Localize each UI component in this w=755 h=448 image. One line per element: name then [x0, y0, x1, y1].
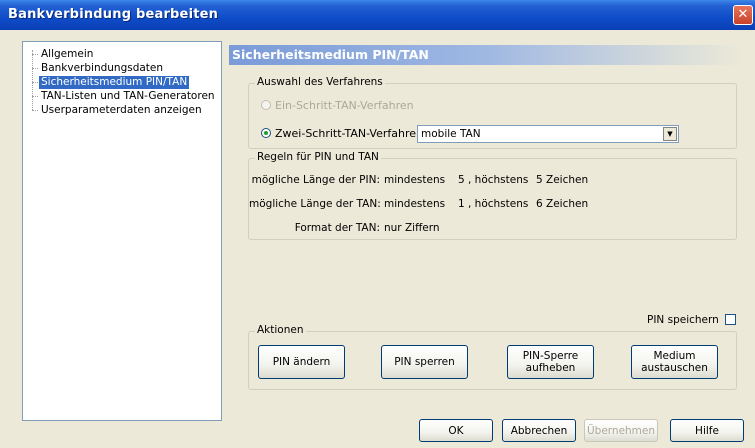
radio-ein-schritt[interactable]: Ein-Schritt-TAN-Verfahren [261, 98, 414, 114]
tree-connector [32, 82, 38, 83]
radio-zwei-schritt[interactable]: Zwei-Schritt-TAN-Verfahren [261, 126, 423, 142]
cancel-button[interactable]: Abbrechen [502, 419, 576, 442]
dialog-window: Bankverbindung bearbeiten ✕ Allgemein Ba… [0, 0, 755, 448]
nav-item-tan-listen[interactable]: TAN-Listen und TAN-Generatoren [39, 90, 217, 103]
tree-connector [32, 54, 38, 55]
pin-min-label: mindestens [384, 174, 446, 186]
dropdown-value: mobile TAN [421, 128, 481, 140]
verfahren-group: Auswahl des Verfahrens Ein-Schritt-TAN-V… [248, 76, 737, 149]
tree-connector [32, 96, 38, 97]
replace-medium-label: Medium austauschen [641, 350, 708, 374]
aktionen-group-label: Aktionen [255, 324, 306, 337]
tree-connector [32, 50, 33, 110]
help-button[interactable]: Hilfe [670, 419, 744, 442]
lock-pin-label: PIN sperren [394, 356, 455, 368]
cancel-label: Abbrechen [510, 424, 568, 437]
ok-label: OK [448, 424, 464, 437]
change-pin-button[interactable]: PIN ändern [258, 345, 345, 379]
regeln-group-label: Regeln für PIN und TAN [255, 151, 381, 164]
pin-save-label: PIN speichern [647, 314, 719, 326]
nav-item-bankverbindungsdaten[interactable]: Bankverbindungsdaten [39, 62, 165, 75]
pin-min-value: 5 [458, 174, 465, 186]
radio-checked-icon [261, 128, 271, 138]
radio-zwei-schritt-label: Zwei-Schritt-TAN-Verfahren [275, 127, 424, 140]
tan-max-label: , höchstens [468, 198, 529, 210]
chevron-down-icon[interactable]: ▼ [663, 127, 677, 141]
verfahren-group-label: Auswahl des Verfahrens [255, 76, 385, 89]
pin-max-label: , höchstens [468, 174, 529, 186]
pin-save-checkbox[interactable] [724, 314, 736, 325]
pin-length-label: mögliche Länge der PIN: [251, 174, 380, 186]
tan-length-row: mögliche Länge der TAN: mindestens 1 , h… [249, 197, 738, 211]
tan-format-label: Format der TAN: [294, 222, 380, 234]
pin-unit: Zeichen [546, 174, 589, 186]
close-icon: ✕ [737, 7, 749, 22]
tan-format-row: Format der TAN: nur Ziffern [249, 221, 738, 235]
window-title: Bankverbindung bearbeiten [8, 7, 219, 22]
help-label: Hilfe [695, 424, 719, 437]
aktionen-group: Aktionen PIN ändern PIN sperren PIN-Sper… [248, 324, 737, 390]
title-bar[interactable]: Bankverbindung bearbeiten ✕ [0, 0, 755, 30]
close-button[interactable]: ✕ [733, 5, 753, 25]
nav-item-allgemein[interactable]: Allgemein [39, 48, 95, 61]
tan-format-value: nur Ziffern [384, 222, 440, 234]
radio-icon [261, 100, 271, 110]
tree-connector [32, 68, 38, 69]
tan-max-value: 6 [536, 198, 543, 210]
tree-connector [32, 110, 38, 111]
nav-item-userparameterdaten[interactable]: Userparameterdaten anzeigen [39, 104, 204, 117]
nav-tree: Allgemein Bankverbindungsdaten Sicherhei… [22, 41, 222, 421]
pin-save-option[interactable]: PIN speichern [647, 313, 736, 327]
replace-medium-button[interactable]: Medium austauschen [631, 345, 718, 379]
tan-min-label: mindestens [384, 198, 446, 210]
pin-max-value: 5 [536, 174, 543, 186]
apply-button[interactable]: Übernehmen [584, 419, 658, 442]
ok-button[interactable]: OK [419, 419, 493, 442]
pin-length-row: mögliche Länge der PIN: mindestens 5 , h… [249, 173, 738, 187]
verfahren-dropdown[interactable]: mobile TAN ▼ [417, 125, 679, 143]
tan-min-value: 1 [458, 198, 465, 210]
change-pin-label: PIN ändern [272, 356, 331, 368]
section-title: Sicherheitsmedium PIN/TAN [229, 45, 743, 65]
tan-unit: Zeichen [546, 198, 589, 210]
regeln-group: Regeln für PIN und TAN mögliche Länge de… [248, 151, 738, 240]
unlock-pin-button[interactable]: PIN-Sperre aufheben [507, 345, 594, 379]
unlock-pin-label: PIN-Sperre aufheben [522, 350, 579, 374]
lock-pin-button[interactable]: PIN sperren [381, 345, 468, 379]
apply-label: Übernehmen [586, 424, 656, 437]
radio-ein-schritt-label: Ein-Schritt-TAN-Verfahren [275, 99, 414, 112]
tan-length-label: mögliche Länge der TAN: [249, 198, 381, 210]
nav-item-sicherheitsmedium[interactable]: Sicherheitsmedium PIN/TAN [39, 76, 190, 89]
